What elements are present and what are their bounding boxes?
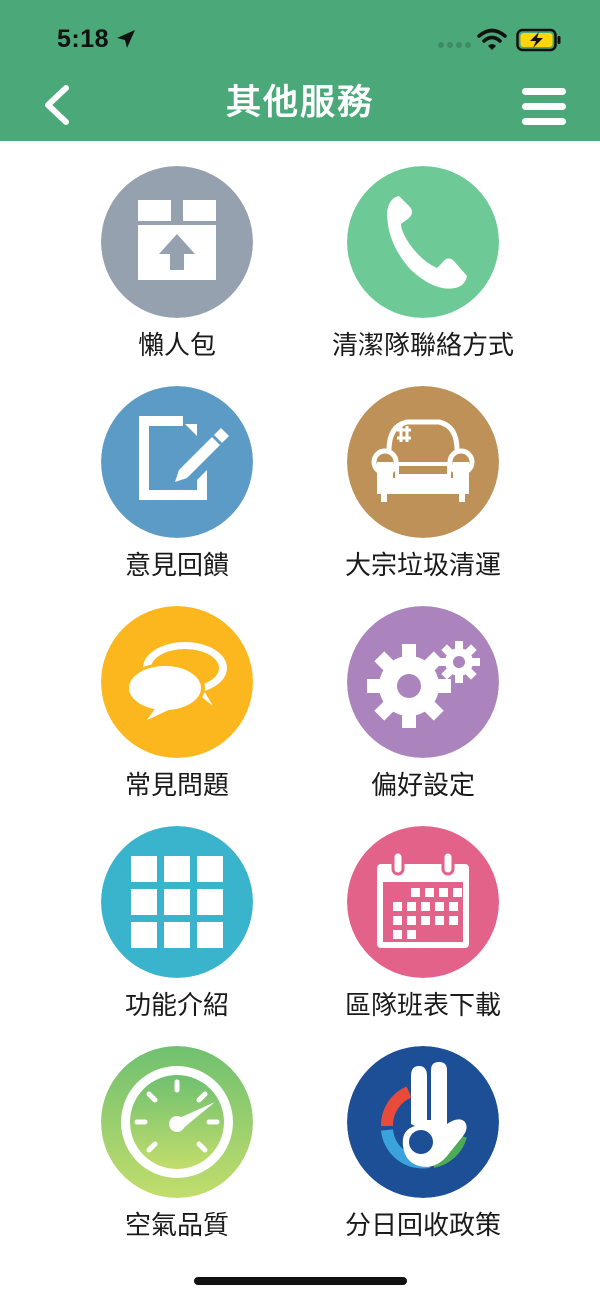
menu-button[interactable] (518, 86, 570, 128)
location-arrow-icon (117, 30, 135, 48)
service-label: 空氣品質 (124, 1211, 229, 1241)
service-label: 功能介紹 (124, 991, 229, 1021)
service-tile-faq[interactable]: 常見問題 (57, 606, 297, 816)
back-button[interactable] (34, 80, 78, 130)
service-icon-circle (347, 606, 499, 758)
service-label: 偏好設定 (370, 771, 475, 801)
wifi-icon (477, 28, 507, 50)
grid-icon (101, 826, 253, 978)
box-upload-icon (101, 166, 253, 318)
phone-icon (347, 166, 499, 318)
service-icon-circle (101, 826, 253, 978)
service-icon-circle (347, 826, 499, 978)
service-label: 大宗垃圾清運 (344, 551, 501, 581)
service-tile-recycling-policy[interactable]: 分日回收政策 (303, 1046, 543, 1256)
service-tile-guide-pack[interactable]: 懶人包 (57, 166, 297, 376)
service-icon-circle (347, 386, 499, 538)
service-icon-circle (101, 606, 253, 758)
gauge-icon (101, 1046, 253, 1198)
battery-charging-icon (516, 28, 561, 52)
service-tile-air-quality[interactable]: 空氣品質 (57, 1046, 297, 1256)
service-tile-preferences[interactable]: 偏好設定 (303, 606, 543, 816)
sofa-icon (347, 386, 499, 538)
home-indicator[interactable] (194, 1277, 407, 1285)
service-label: 區隊班表下載 (344, 991, 501, 1021)
edit-document-icon (101, 386, 253, 538)
service-label: 常見問題 (124, 771, 229, 801)
service-icon-circle (101, 166, 253, 318)
calendar-icon (347, 826, 499, 978)
service-icon-circle (347, 1046, 499, 1198)
speech-bubbles-icon (101, 606, 253, 758)
recycling-policy-logo-icon (347, 1046, 499, 1198)
service-label: 分日回收政策 (344, 1211, 501, 1241)
service-icon-circle (101, 386, 253, 538)
service-icon-circle (101, 1046, 253, 1198)
gears-icon (347, 606, 499, 758)
signal-icon (438, 42, 471, 48)
service-tile-bulk-waste[interactable]: 大宗垃圾清運 (303, 386, 543, 596)
status-time: 5:18 (57, 25, 110, 53)
service-icon-circle (347, 166, 499, 318)
service-tile-features[interactable]: 功能介紹 (57, 826, 297, 1036)
service-label: 懶人包 (137, 331, 216, 361)
service-tile-contact[interactable]: 清潔隊聯絡方式 (303, 166, 543, 376)
page-title: 其他服務 (225, 83, 374, 123)
service-tile-feedback[interactable]: 意見回饋 (57, 386, 297, 596)
service-label: 清潔隊聯絡方式 (331, 331, 514, 361)
service-label: 意見回饋 (124, 551, 229, 581)
service-tile-schedule-download[interactable]: 區隊班表下載 (303, 826, 543, 1036)
